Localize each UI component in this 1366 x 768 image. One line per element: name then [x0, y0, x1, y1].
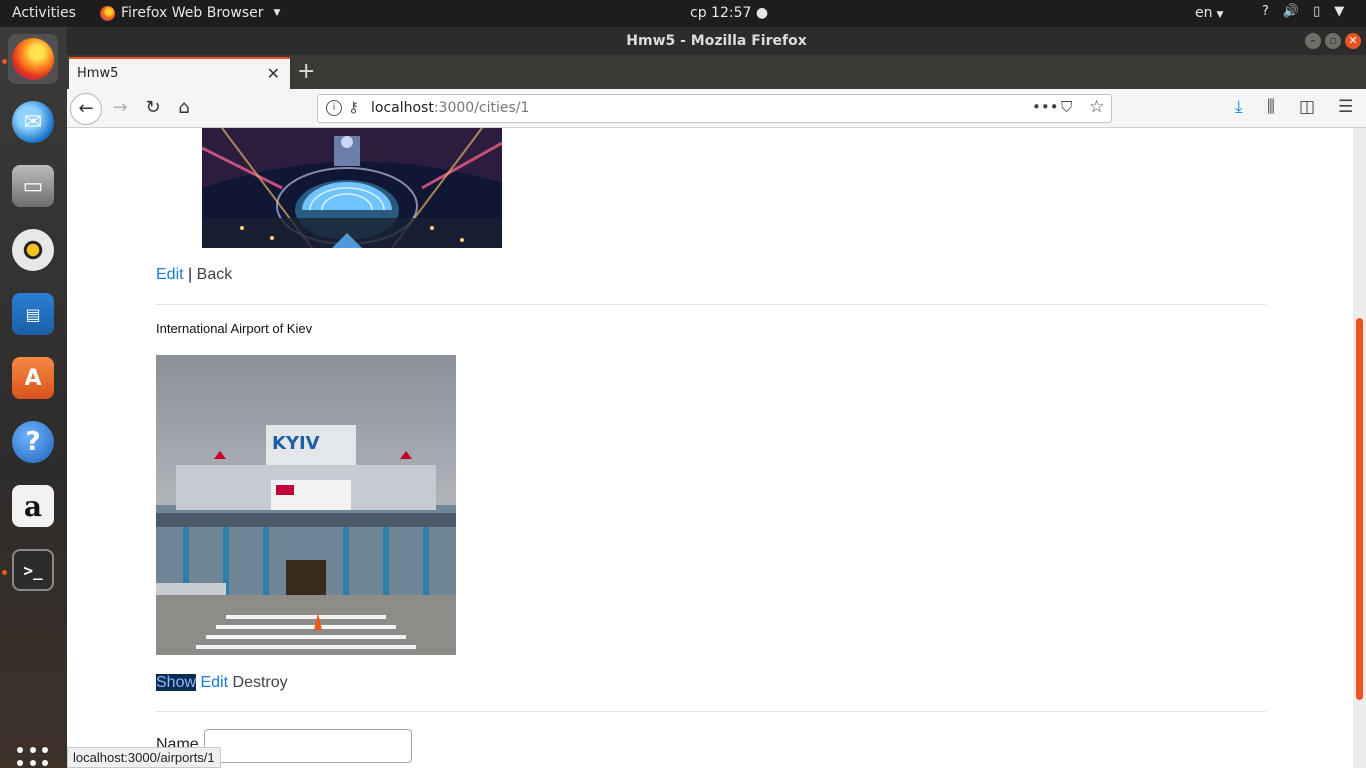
firefox-small-icon	[100, 5, 115, 21]
kyiv-sign: KYIV	[272, 433, 320, 454]
clock[interactable]: ср 12:57 ●	[690, 5, 768, 21]
dock-terminal[interactable]: >_	[8, 545, 58, 595]
sidebar-icon[interactable]: ◫	[1299, 97, 1315, 117]
bookmark-star-icon[interactable]: ☆	[1089, 97, 1104, 117]
airport-edit-link[interactable]: Edit	[200, 674, 228, 691]
dock-software[interactable]: A	[8, 353, 58, 403]
dock-rhythmbox[interactable]	[8, 225, 58, 275]
libreoffice-writer-icon: ▤	[12, 293, 54, 335]
language-selector[interactable]: en ▼	[1195, 5, 1223, 21]
close-icon[interactable]: ✕	[1345, 33, 1361, 49]
link-separator: |	[188, 266, 193, 283]
show-applications-icon[interactable]	[17, 747, 49, 768]
url-host: localhost	[371, 100, 434, 116]
airport-show-link[interactable]: Show	[156, 674, 197, 691]
new-tab-icon[interactable]: +	[297, 59, 315, 84]
tab-strip: Hmw5 ✕ +	[67, 55, 1366, 89]
city-actions: Edit | Back	[156, 266, 232, 284]
terminal-icon: >_	[12, 549, 54, 591]
language-label: en	[1195, 5, 1213, 21]
divider	[156, 304, 1266, 305]
page-actions-icon[interactable]: •••	[1032, 98, 1059, 116]
battery-icon: ▯	[1313, 4, 1321, 19]
url-path: :3000/cities/1	[433, 100, 530, 116]
key-icon: ⚷	[348, 98, 359, 116]
reload-icon[interactable]: ↻	[140, 95, 166, 121]
minimize-icon[interactable]: –	[1305, 33, 1321, 49]
divider	[156, 711, 1266, 712]
running-indicator	[2, 570, 7, 575]
amazon-icon: a	[12, 485, 54, 527]
name-input[interactable]	[204, 729, 412, 763]
library-icon[interactable]: ⫼	[1267, 97, 1275, 117]
activities-button[interactable]: Activities	[12, 5, 76, 21]
help-tray-icon: ?	[1262, 4, 1269, 19]
chevron-down-icon: ▼	[1216, 10, 1224, 20]
status-bar-url: localhost:3000/airports/1	[67, 747, 221, 768]
airport-actions: Show Edit Destroy	[156, 674, 288, 692]
city-edit-link[interactable]: Edit	[156, 266, 184, 283]
home-icon[interactable]: ⌂	[171, 95, 197, 121]
maximize-icon[interactable]: ▫	[1325, 33, 1341, 49]
close-tab-icon[interactable]: ✕	[267, 64, 280, 83]
dock-amazon[interactable]: a	[8, 481, 58, 531]
hamburger-menu-icon[interactable]: ☰	[1338, 97, 1353, 117]
thunderbird-icon: ✉	[12, 101, 54, 143]
navigation-toolbar: ← → ↻ ⌂ i ⚷ localhost:3000/cities/1 ••• …	[67, 89, 1366, 128]
window-title: Hmw5 - Mozilla Firefox	[626, 33, 807, 49]
dock-files[interactable]: ▭	[8, 161, 58, 211]
forward-button[interactable]: →	[107, 95, 133, 121]
dock-help[interactable]: ?	[8, 417, 58, 467]
dock-firefox[interactable]	[8, 34, 58, 84]
dock-thunderbird[interactable]: ✉	[8, 97, 58, 147]
dock-writer[interactable]: ▤	[8, 289, 58, 339]
dock: ✉ ▭ ▤ A ? a >_	[0, 27, 67, 768]
url-bar[interactable]: i ⚷ localhost:3000/cities/1 ••• ⛉ ☆	[317, 94, 1112, 123]
system-tray[interactable]: ? 🔊 ▯ ▼	[1262, 4, 1344, 19]
gnome-top-bar: Activities Firefox Web Browser ▼ ср 12:5…	[0, 0, 1366, 27]
page-content: Edit | Back International Airport of Kie…	[67, 128, 1353, 768]
city-image	[202, 128, 502, 248]
airport-destroy-link[interactable]: Destroy	[233, 674, 288, 691]
firefox-icon	[12, 38, 54, 80]
back-link[interactable]: Back	[197, 266, 233, 283]
airport-name: International Airport of Kiev	[156, 321, 313, 336]
rhythmbox-icon	[12, 229, 54, 271]
volume-icon: 🔊	[1282, 4, 1300, 19]
running-indicator	[2, 59, 7, 64]
app-menu[interactable]: Firefox Web Browser ▼	[100, 5, 280, 21]
software-store-icon: A	[12, 357, 54, 399]
downloads-icon[interactable]: ⤓	[1235, 97, 1243, 117]
files-icon: ▭	[12, 165, 54, 207]
chevron-down-icon: ▼	[1334, 4, 1345, 19]
tab-title: Hmw5	[77, 66, 119, 81]
window-titlebar: Hmw5 - Mozilla Firefox – ▫ ✕	[67, 27, 1366, 55]
app-menu-label: Firefox Web Browser	[121, 5, 264, 21]
pocket-icon[interactable]: ⛉	[1061, 98, 1072, 116]
help-icon: ?	[12, 421, 54, 463]
url-text[interactable]: localhost:3000/cities/1	[371, 100, 529, 116]
tab-hmw5[interactable]: Hmw5 ✕	[69, 57, 290, 89]
info-icon[interactable]: i	[326, 100, 342, 116]
chevron-down-icon: ▼	[273, 8, 281, 18]
scrollbar-thumb[interactable]	[1356, 318, 1363, 700]
back-button[interactable]: ←	[70, 93, 102, 125]
airport-image: KYIV	[156, 355, 456, 655]
vertical-scrollbar[interactable]	[1353, 128, 1366, 768]
